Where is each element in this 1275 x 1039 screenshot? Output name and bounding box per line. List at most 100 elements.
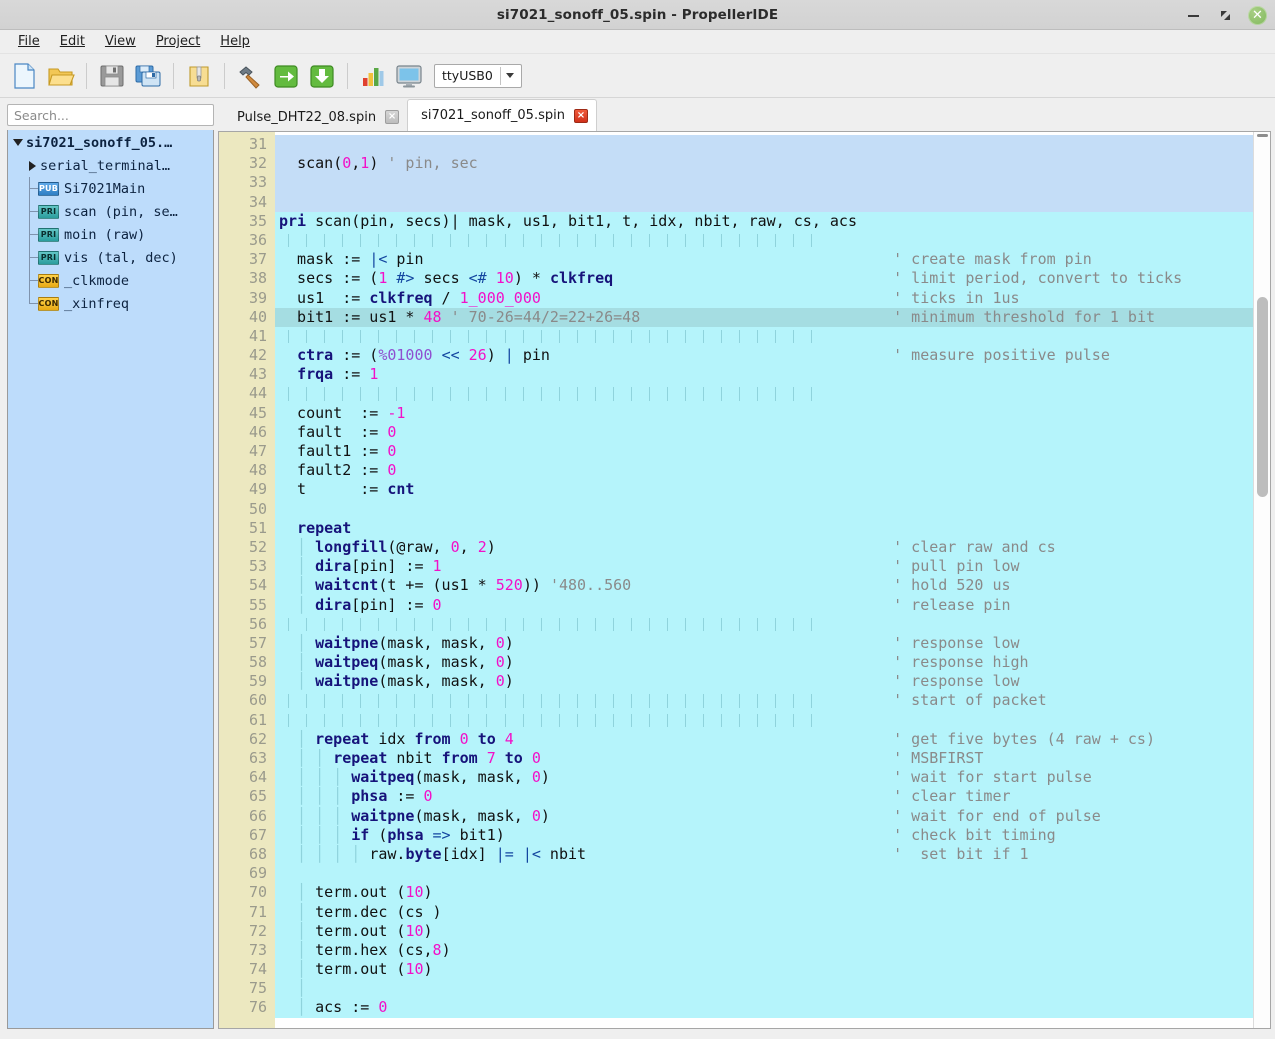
code-line[interactable]: fault := 0 [275,422,1253,442]
code-line[interactable]: │ [275,979,1253,999]
code-line[interactable]: │ │ repeat nbit from 7 to 0 ' MSBFIRST [275,749,1253,769]
close-button[interactable]: ✕ [1248,5,1267,25]
editor-tab-inactive-0[interactable]: Pulse_DHT22_08.spin × [224,103,408,131]
code-line[interactable]: ' start of packet [275,691,1253,711]
code-line[interactable] [275,499,1253,519]
code-line[interactable]: │ waitcnt(t += (us1 * 520)) '480..560 ' … [275,576,1253,596]
minimize-button[interactable] [1184,6,1202,24]
code-token: byte [405,844,442,863]
restore-button[interactable] [1216,6,1234,24]
code-line[interactable]: │ repeat idx from 0 to 4 ' get five byte… [275,729,1253,749]
code-line[interactable] [275,864,1253,884]
code-line[interactable]: │ │ │ phsa := 0 ' clear timer [275,787,1253,807]
code-line[interactable]: │ term.out (10) [275,960,1253,980]
code-line[interactable]: t := cnt [275,480,1253,500]
menu-file[interactable]: File [8,31,50,52]
code-line[interactable]: fault2 := 0 [275,461,1253,481]
menu-view[interactable]: View [95,31,146,52]
indent-guide [522,694,524,708]
code-area[interactable]: 31 32 33 34 35 36 37 38 39 40 41 42 43 44 45 46 47 48 49 50… [219,132,1253,1028]
code-line[interactable] [275,384,1253,404]
code-line[interactable]: │ acs := 0 [275,998,1253,1018]
tree-item-si7021main[interactable]: PUB Si7021Main [8,177,213,200]
expand-triangle-icon[interactable] [24,160,40,171]
code-line[interactable]: count := -1 [275,403,1253,423]
code-line[interactable]: │ │ │ if (phsa => bit1) ' check bit timi… [275,825,1253,845]
code-token: 26 [468,346,487,365]
indent-guide [612,694,614,708]
build-button[interactable] [233,59,267,93]
code-line[interactable]: │ waitpne(mask, mask, 0) ' response low [275,672,1253,692]
editor-tab-active-1[interactable]: si7021_sonoff_05.spin × [407,99,597,131]
tree-item-clkmode[interactable]: CON _clkmode [8,269,213,292]
menu-project[interactable]: Project [146,31,210,52]
code-token: idx [369,729,415,748]
tab-close-icon[interactable]: × [573,108,588,123]
code-line[interactable]: │ waitpeq(mask, mask, 0) ' response high [275,653,1253,673]
collapse-triangle-icon[interactable] [10,139,26,146]
indent-guide [504,387,506,401]
search-input[interactable]: Search... [7,104,214,126]
code-line[interactable] [275,192,1253,212]
trailing-comment: ' hold 520 us [631,576,1011,595]
project-tree[interactable]: si7021_sonoff_05.… serial_terminal… PUB Si7… [7,130,214,1029]
tree-item-xinfreq[interactable]: CON _xinfreq [8,292,213,315]
code-line[interactable]: repeat [275,518,1253,538]
run-ram-button[interactable] [269,59,303,93]
line-number: 64 [248,768,267,787]
code-line[interactable]: │ term.hex (cs,8) [275,940,1253,961]
code-line[interactable]: │ longfill(@raw, 0, 2) ' clear raw and c… [275,537,1253,558]
code-line[interactable]: frqa := 1 [275,365,1253,385]
run-ram-icon [274,64,298,88]
archive-project-button[interactable] [182,59,216,93]
code-line[interactable]: us1 := clkfreq / 1_000_000 ' ticks in 1u… [275,288,1253,308]
code-line[interactable]: mask := |< pin ' create mask from pin [275,250,1253,270]
tree-item-scan-pin-se[interactable]: PRI scan (pin, se… [8,200,213,223]
scrollbar-thumb[interactable] [1257,297,1268,497]
save-as-button[interactable] [131,59,165,93]
menu-help[interactable]: Help [210,31,260,52]
tree-item-vis-tal-dec[interactable]: PRI vis (tal, dec) [8,246,213,269]
code-line[interactable] [275,135,1253,155]
line-number: 67 [248,825,267,844]
code-line[interactable] [275,230,1253,251]
tree-item-serial-terminal[interactable]: serial_terminal… [8,154,213,177]
memory-map-button[interactable] [356,59,390,93]
tree-item-moin-raw[interactable]: PRI moin (raw) [8,223,213,246]
code-line[interactable] [275,710,1253,730]
code-line[interactable]: │ │ │ waitpeq(mask, mask, 0) ' wait for … [275,768,1253,788]
save-button[interactable] [95,59,129,93]
code-line[interactable]: │ dira[pin] := 1 ' pull pin low [275,557,1253,577]
code-line[interactable]: pri scan(pin, secs)| mask, us1, bit1, t,… [275,211,1253,231]
code-line[interactable]: bit1 := us1 * 48 ' 70-26=44/2=22+26=48 '… [275,307,1253,327]
code-line[interactable]: │ │ │ waitpne(mask, mask, 0) ' wait for … [275,806,1253,826]
terminal-button[interactable] [392,59,426,93]
open-file-button[interactable] [44,59,78,93]
code-line[interactable]: │ term.out (10) [275,883,1253,903]
code-line[interactable]: │ dira[pin] := 0 ' release pin [275,595,1253,615]
code-line[interactable]: │ term.out (10) [275,921,1253,941]
code-line[interactable]: │ waitpne(mask, mask, 0) ' response low [275,633,1253,654]
code-line[interactable]: ctra := (%01000 << 26) | pin ' measure p… [275,346,1253,366]
vertical-scrollbar[interactable] [1253,132,1270,1028]
tab-close-icon[interactable]: × [385,110,400,124]
code-line[interactable] [275,614,1253,634]
tree-item-si7021-sonoff-05[interactable]: si7021_sonoff_05.… [8,131,213,154]
code-line[interactable]: secs := (1 #> secs <# 10) * clkfreq ' li… [275,269,1253,289]
code-line[interactable]: fault1 := 0 [275,442,1253,462]
new-file-button[interactable] [8,59,42,93]
menu-edit[interactable]: Edit [50,31,95,52]
code-text[interactable]: scan(0,1) ' pin, sec pri scan(pin, secs)|… [275,132,1253,1028]
line-number: 60 [248,691,267,710]
serial-port-select[interactable]: ttyUSB0 [434,63,522,88]
code-token: │ [279,595,316,614]
code-line[interactable]: │ term.dec (cs ) [275,902,1253,922]
code-token: (@raw, [387,537,451,556]
code-line[interactable] [275,326,1253,347]
load-eeprom-button[interactable] [305,59,339,93]
code-line[interactable]: scan(0,1) ' pin, sec [275,154,1253,174]
code-line[interactable] [275,173,1253,193]
line-number: 50 [248,499,267,518]
indent-guide [324,233,326,248]
code-line[interactable]: │ │ │ │ raw.byte[idx] |= |< nbit ' set b… [275,844,1253,865]
